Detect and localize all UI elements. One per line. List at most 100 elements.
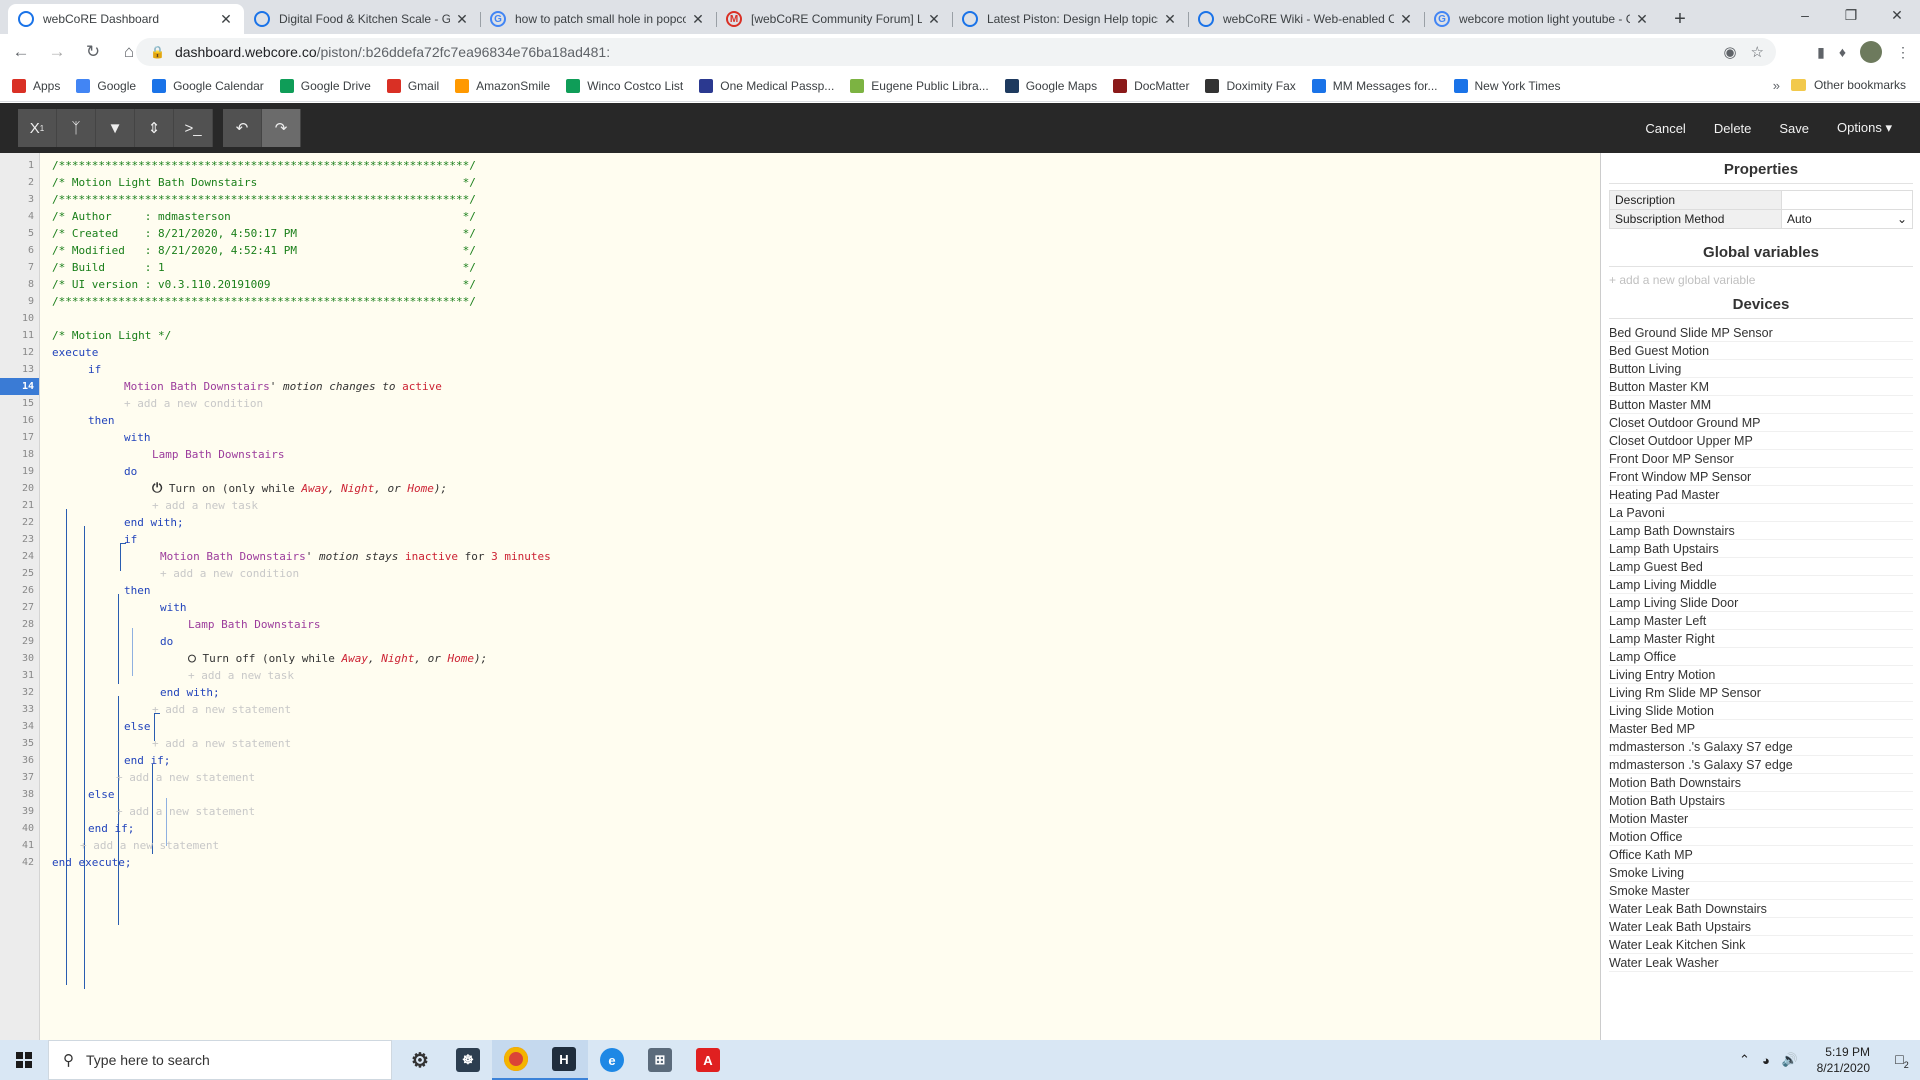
delete-button[interactable]: Delete [1700,121,1766,136]
bookmark-item[interactable]: Winco Costco List [566,78,683,93]
line-number[interactable]: 14 [0,378,39,395]
bookmark-item[interactable]: Eugene Public Libra... [850,78,989,93]
close-icon[interactable]: ✕ [1634,11,1650,28]
line-number[interactable]: 10 [4,310,34,327]
close-icon[interactable]: ✕ [454,11,470,28]
back-button[interactable]: ← [6,37,36,67]
sort-icon[interactable]: ⇕ [135,109,174,147]
device-item[interactable]: Button Master MM [1609,396,1913,414]
device-item[interactable]: Button Living [1609,360,1913,378]
line-number[interactable]: 12 [4,344,34,361]
device-item[interactable]: Bed Guest Motion [1609,342,1913,360]
line-number[interactable]: 37 [4,769,34,786]
filter-icon[interactable]: ▼ [96,109,135,147]
device-item[interactable]: Master Bed MP [1609,720,1913,738]
task-turn-off[interactable]: ○ Turn off (only while Away, Night, or H… [188,650,487,667]
line-number[interactable]: 7 [4,259,34,276]
bookmark-item[interactable]: New York Times [1453,78,1561,93]
description-input[interactable] [1781,190,1913,210]
subscription-method-select[interactable]: Auto ⌄ [1781,209,1913,229]
device-item[interactable]: Lamp Living Middle [1609,576,1913,594]
line-number[interactable]: 32 [4,684,34,701]
add-global-variable-link[interactable]: + add a new global variable [1609,273,1755,287]
chevron-up-icon[interactable]: ⌃ [1739,1052,1750,1068]
device-item[interactable]: Lamp Guest Bed [1609,558,1913,576]
device-item[interactable]: Water Leak Kitchen Sink [1609,936,1913,954]
condition-statement[interactable]: Motion Bath Downstairs' motion changes t… [124,378,442,395]
device-ref[interactable]: Lamp Bath Downstairs [152,446,284,463]
add-statement-link[interactable]: + add a new statement [116,803,255,820]
line-number[interactable]: 25 [4,565,34,582]
extension-icon[interactable]: ▮ [1817,44,1825,61]
device-item[interactable]: La Pavoni [1609,504,1913,522]
line-number[interactable]: 5 [4,225,34,242]
line-number[interactable]: 20 [4,480,34,497]
line-number[interactable]: 6 [4,242,34,259]
browser-tab[interactable]: webCoRE Wiki - Web-enabled Co ✕ [1188,4,1424,34]
bookmark-item[interactable]: One Medical Passp... [699,78,834,93]
device-item[interactable]: Lamp Bath Downstairs [1609,522,1913,540]
device-item[interactable]: Living Rm Slide MP Sensor [1609,684,1913,702]
device-item[interactable]: Closet Outdoor Upper MP [1609,432,1913,450]
device-item[interactable]: Lamp Bath Upstairs [1609,540,1913,558]
redo-icon[interactable]: ↷ [262,109,301,147]
add-statement-link[interactable]: + add a new statement [152,701,291,718]
if-keyword[interactable]: if [124,531,137,548]
line-number[interactable]: 39 [4,803,34,820]
browser-tab[interactable]: Latest Piston: Design Help topics ✕ [952,4,1188,34]
line-number[interactable]: 9 [4,293,34,310]
add-statement-link[interactable]: + add a new statement [152,735,291,752]
device-item[interactable]: Living Slide Motion [1609,702,1913,720]
device-item[interactable]: Front Door MP Sensor [1609,450,1913,468]
line-number[interactable]: 36 [4,752,34,769]
close-icon[interactable]: ✕ [926,11,942,28]
line-number[interactable]: 4 [4,208,34,225]
device-item[interactable]: Button Master KM [1609,378,1913,396]
device-item[interactable]: Lamp Master Right [1609,630,1913,648]
device-item[interactable]: Lamp Living Slide Door [1609,594,1913,612]
line-number[interactable]: 8 [4,276,34,293]
line-number[interactable]: 1 [4,157,34,174]
taskbar-search[interactable]: ⚲ Type here to search [48,1040,392,1080]
location-icon[interactable]: ◉ [1723,43,1736,61]
bookmark-item[interactable]: Doximity Fax [1205,78,1296,93]
clock[interactable]: 5:19 PM 8/21/2020 [1810,1044,1870,1076]
line-number[interactable]: 17 [4,429,34,446]
close-icon[interactable]: ✕ [1398,11,1414,28]
close-icon[interactable]: ✕ [218,11,234,28]
add-statement-link[interactable]: + add a new statement [116,769,255,786]
device-item[interactable]: Water Leak Bath Upstairs [1609,918,1913,936]
device-item[interactable]: Lamp Master Left [1609,612,1913,630]
line-number[interactable]: 35 [4,735,34,752]
puzzle-icon[interactable]: ♦ [1839,44,1846,60]
more-bookmarks-icon[interactable]: » [1773,78,1780,93]
device-item[interactable]: Front Window MP Sensor [1609,468,1913,486]
line-number[interactable]: 3 [4,191,34,208]
close-icon[interactable]: ✕ [690,11,706,28]
add-task-link[interactable]: + add a new task [188,667,294,684]
restore-button[interactable]: ❐ [1828,0,1874,30]
line-number[interactable]: 11 [4,327,34,344]
reload-button[interactable]: ↻ [78,37,108,67]
game-app[interactable]: ☸ [444,1040,492,1080]
device-item[interactable]: Motion Master [1609,810,1913,828]
line-number[interactable]: 2 [4,174,34,191]
device-item[interactable]: mdmasterson .'s Galaxy S7 edge [1609,756,1913,774]
edge-app[interactable]: e [588,1040,636,1080]
execute-keyword[interactable]: execute [52,344,98,361]
device-item[interactable]: Heating Pad Master [1609,486,1913,504]
device-item[interactable]: Office Kath MP [1609,846,1913,864]
add-statement-link[interactable]: + add a new statement [80,837,219,854]
device-item[interactable]: Motion Office [1609,828,1913,846]
device-ref[interactable]: Lamp Bath Downstairs [188,616,320,633]
add-condition-link[interactable]: + add a new condition [124,395,263,412]
options-menu[interactable]: Options ▾ [1823,120,1906,136]
line-number[interactable]: 22 [4,514,34,531]
close-icon[interactable]: ✕ [1162,11,1178,28]
line-number[interactable]: 28 [4,616,34,633]
bookmark-item[interactable]: Google Drive [279,78,371,93]
terminal-icon[interactable]: >_ [174,109,213,147]
bookmark-item[interactable]: Apps [12,78,60,93]
kebab-menu-icon[interactable]: ⋮ [1896,44,1910,61]
if-keyword[interactable]: if [88,361,101,378]
